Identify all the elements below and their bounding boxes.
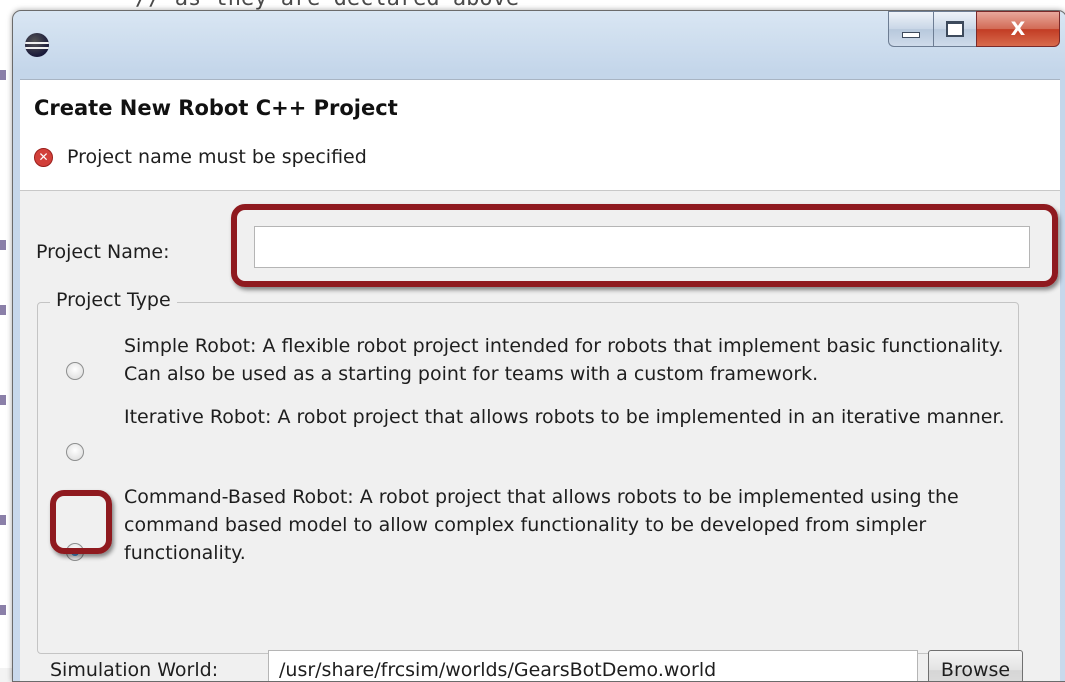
new-project-dialog: X Create New Robot C++ Project ✕ Project… [12,10,1065,682]
gutter-marker [0,605,6,615]
project-type-group: Project Type Simple Robot: A flexible ro… [37,289,1019,654]
iterative-robot-label[interactable]: Iterative Robot: A robot project that al… [124,403,1024,431]
dialog-header: Create New Robot C++ Project ✕ Project n… [20,80,1060,191]
title-bar[interactable]: X [13,11,1065,79]
simple-robot-label[interactable]: Simple Robot: A flexible robot project i… [124,332,1024,388]
window-controls: X [888,11,1060,47]
gutter-marker [0,515,6,525]
page-title: Create New Robot C++ Project [34,96,398,120]
gutter-marker [0,305,6,315]
project-type-option-command-based[interactable]: Command-Based Robot: A robot project tha… [66,473,959,564]
maximize-icon [946,21,964,37]
project-name-label: Project Name: [36,241,170,263]
gutter-marker [0,70,6,80]
simple-robot-radio[interactable] [66,362,84,380]
close-icon: X [1010,18,1026,40]
simulation-world-label: Simulation World: [50,659,219,681]
project-type-option-simple[interactable]: Simple Robot: A flexible robot project i… [66,328,1004,385]
gutter-marker [0,395,6,405]
maximize-button[interactable] [933,11,976,47]
error-message-row: ✕ Project name must be specified [34,146,367,168]
project-type-option-iterative[interactable]: Iterative Robot: A robot project that al… [66,403,1005,461]
command-based-robot-label[interactable]: Command-Based Robot: A robot project tha… [124,483,1024,567]
command-based-robot-radio[interactable] [66,543,84,561]
error-message: Project name must be specified [67,146,367,168]
iterative-robot-radio[interactable] [66,443,84,461]
dialog-content: Create New Robot C++ Project ✕ Project n… [20,79,1060,681]
error-icon: ✕ [34,147,53,167]
minimize-icon [902,32,920,38]
eclipse-icon [25,33,49,57]
project-type-legend: Project Type [50,289,177,311]
close-button[interactable]: X [976,11,1060,47]
browse-button[interactable]: Browse [928,650,1023,681]
gutter-marker [0,240,6,250]
project-name-input[interactable] [254,226,1030,268]
simulation-world-input[interactable] [268,650,918,681]
minimize-button[interactable] [888,11,933,47]
